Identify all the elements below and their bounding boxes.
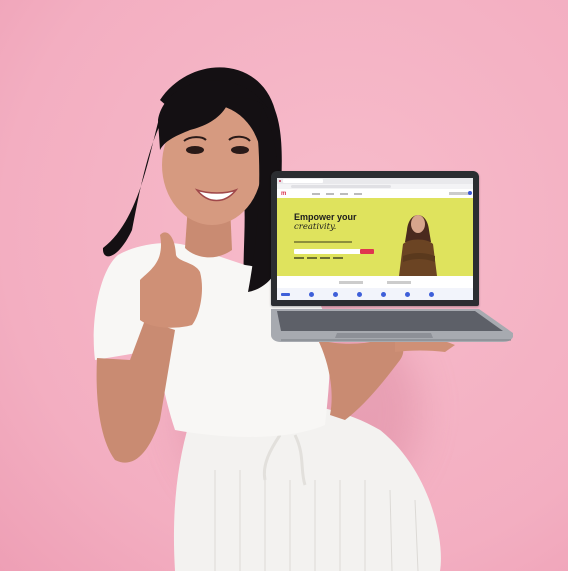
hero-model-image xyxy=(399,215,437,276)
hero-subtitle: creativity. xyxy=(294,222,337,232)
laptop-screen: m Empower your creativity. xyxy=(277,178,473,300)
category-icon xyxy=(309,291,314,297)
arm-right xyxy=(318,339,404,420)
laptop-keyboard-base xyxy=(271,309,513,342)
category-icon xyxy=(405,291,410,297)
tag xyxy=(320,257,330,259)
nav-link xyxy=(354,192,363,195)
category-icon xyxy=(333,291,338,297)
category-icon xyxy=(357,291,362,297)
laptop-lid: m Empower your creativity. xyxy=(271,171,479,306)
nav-link xyxy=(340,192,349,195)
category-icon xyxy=(281,292,290,296)
tag xyxy=(307,257,317,259)
browser-tab xyxy=(283,179,323,183)
hero-tags xyxy=(294,257,343,259)
site-logo: m xyxy=(281,190,287,197)
tag xyxy=(294,257,304,259)
nav-link xyxy=(312,192,321,195)
category-icons-row xyxy=(277,288,473,300)
photo-scene: m Empower your creativity. xyxy=(0,0,568,571)
hero-title: Empower your xyxy=(294,212,357,222)
tag xyxy=(333,257,343,259)
avatar-icon xyxy=(468,191,472,195)
nav-right-links xyxy=(449,192,469,195)
category-strip xyxy=(277,276,473,288)
browser-dot-icon xyxy=(279,180,281,182)
hero-banner: Empower your creativity. xyxy=(277,198,473,276)
site-nav: m xyxy=(277,189,473,198)
strip-item xyxy=(339,280,363,284)
url-field xyxy=(291,185,391,188)
category-icon xyxy=(381,291,386,297)
laptop: m Empower your creativity. xyxy=(271,171,514,343)
hero-search-button xyxy=(360,249,374,254)
hero-description xyxy=(294,241,352,243)
strip-item xyxy=(387,280,411,284)
category-icon xyxy=(429,291,434,297)
nav-link xyxy=(326,192,335,195)
